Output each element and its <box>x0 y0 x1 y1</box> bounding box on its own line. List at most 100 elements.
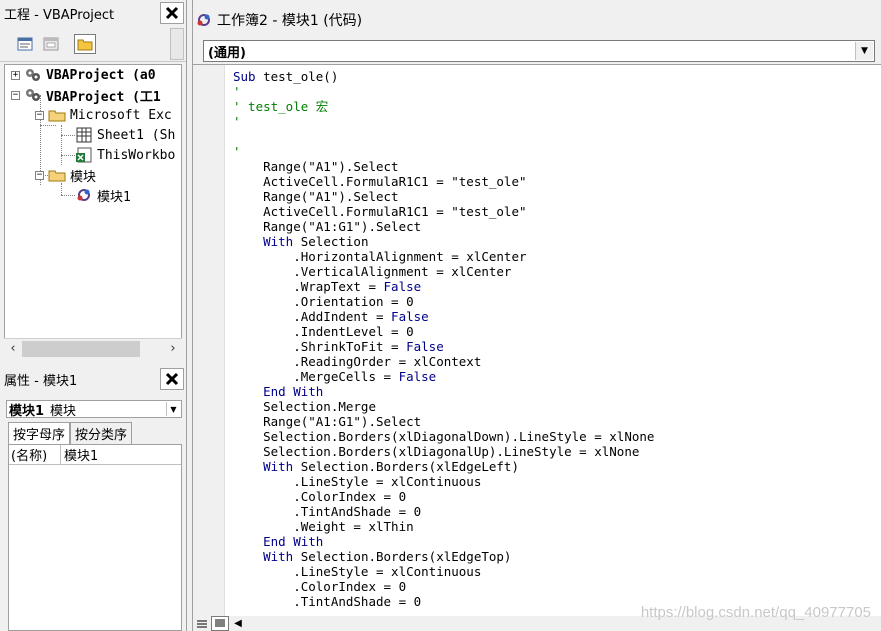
expand-icon[interactable]: + <box>11 70 20 80</box>
project-horizontal-scrollbar[interactable]: ‹ › <box>4 338 182 358</box>
code-keyword: With <box>263 459 294 474</box>
tree-item-modules-folder[interactable]: − 模块 <box>35 165 96 185</box>
property-row[interactable]: (名称) 模块1 <box>9 445 181 465</box>
code-line[interactable]: .MergeCells = False <box>233 369 654 384</box>
code-line[interactable]: End With <box>233 534 654 549</box>
code-line[interactable]: Range("A1:G1").Select <box>233 219 654 234</box>
properties-panel-close-button[interactable] <box>160 368 184 390</box>
code-module-icon <box>195 12 213 28</box>
code-comment: ' <box>233 144 241 159</box>
tree-item-label: Microsoft Exc <box>70 107 172 123</box>
collapse-icon[interactable]: − <box>35 170 44 180</box>
tree-item-thisworkbook[interactable]: ThisWorkbo <box>75 145 175 165</box>
tree-item-module1[interactable]: 模块1 <box>75 185 131 205</box>
code-keyword: Sub <box>233 69 256 84</box>
view-object-button[interactable] <box>40 34 62 54</box>
project-panel-close-button[interactable] <box>160 2 184 24</box>
tree-item-project-2[interactable]: − VBAProject (工1 <box>11 85 161 105</box>
code-line[interactable]: .TintAndShade = 0 <box>233 594 654 609</box>
object-selector-combo[interactable]: 模块1 模块 ▼ <box>6 400 182 419</box>
code-line[interactable]: .ShrinkToFit = False <box>233 339 654 354</box>
code-window-title: 工作簿2 - 模块1 (代码) <box>217 13 363 29</box>
collapse-icon[interactable]: − <box>11 90 20 100</box>
code-line[interactable]: End With <box>233 384 654 399</box>
code-line[interactable]: .IndentLevel = 0 <box>233 324 654 339</box>
code-line[interactable]: Sub test_ole() <box>233 69 654 84</box>
code-line[interactable]: .TintAndShade = 0 <box>233 504 654 519</box>
code-token: .ColorIndex = 0 <box>233 579 407 594</box>
tab-categorized[interactable]: 按分类序 <box>70 422 133 444</box>
scroll-left-icon[interactable]: ‹ <box>4 341 22 356</box>
code-line[interactable]: .AddIndent = False <box>233 309 654 324</box>
tree-item-label: VBAProject (a0 <box>46 67 156 83</box>
code-line[interactable]: .WrapText = False <box>233 279 654 294</box>
collapse-icon[interactable]: − <box>35 110 44 120</box>
vba-project-icon <box>24 87 42 103</box>
code-line[interactable]: Selection.Merge <box>233 399 654 414</box>
code-line[interactable]: .ReadingOrder = xlContext <box>233 354 654 369</box>
code-keyword: End With <box>263 534 324 549</box>
code-line[interactable]: .LineStyle = xlContinuous <box>233 564 654 579</box>
code-line[interactable]: ' <box>233 114 654 129</box>
project-panel-title: 工程 - VBAProject <box>4 7 115 23</box>
toolbar-scrollbar[interactable] <box>170 28 184 60</box>
view-code-button[interactable] <box>14 34 36 54</box>
code-line[interactable]: With Selection.Borders(xlEdgeTop) <box>233 549 654 564</box>
scrollbar-thumb[interactable] <box>22 340 140 357</box>
tab-alphabetic[interactable]: 按字母序 <box>8 422 71 444</box>
code-keyword: False <box>383 279 422 294</box>
code-token: .VerticalAlignment = xlCenter <box>233 264 512 279</box>
properties-tabs: 按字母序 按分类序 <box>8 422 133 444</box>
properties-panel-title: 属性 - 模块1 <box>4 373 78 389</box>
code-window: 工作簿2 - 模块1 (代码) (通用) ▼ Sub test_ole() ' ' … <box>192 0 881 631</box>
code-comment: ' <box>233 114 241 129</box>
code-line[interactable]: .ColorIndex = 0 <box>233 489 654 504</box>
code-line[interactable]: Selection.Borders(xlDiagonalDown).LineSt… <box>233 429 654 444</box>
full-module-view-button[interactable] <box>211 616 229 631</box>
object-name: 模块1 <box>9 403 45 419</box>
tree-item-label: ThisWorkbo <box>97 147 176 163</box>
tree-item-sheet1[interactable]: Sheet1 (Sh <box>75 125 175 145</box>
code-token: Range("A1:G1").Select <box>233 219 422 234</box>
code-comment: ' test_ole 宏 <box>233 99 329 114</box>
code-line[interactable]: .LineStyle = xlContinuous <box>233 474 654 489</box>
code-line[interactable]: ActiveCell.FormulaR1C1 = "test_ole" <box>233 204 654 219</box>
code-line[interactable]: .ColorIndex = 0 <box>233 579 654 594</box>
code-line[interactable]: .HorizontalAlignment = xlCenter <box>233 249 654 264</box>
tree-item-label: Sheet1 (Sh <box>97 127 176 143</box>
tree-item-project-1[interactable]: + VBAProject (a0 <box>11 65 156 85</box>
object-combo[interactable]: (通用) ▼ <box>203 40 875 62</box>
procedure-view-button[interactable] <box>193 616 211 631</box>
properties-panel-titlebar: 属性 - 模块1 <box>0 366 186 392</box>
code-line[interactable]: .Orientation = 0 <box>233 294 654 309</box>
vba-project-icon <box>24 67 42 83</box>
scroll-left-icon[interactable]: ◀ <box>229 616 247 631</box>
code-line[interactable]: Range("A1").Select <box>233 159 654 174</box>
code-line[interactable] <box>233 129 654 144</box>
code-line[interactable]: Range("A1:G1").Select <box>233 414 654 429</box>
code-line[interactable]: With Selection <box>233 234 654 249</box>
tree-item-label: 模块 <box>70 169 97 185</box>
code-line[interactable]: .Weight = xlThin <box>233 519 654 534</box>
code-editor[interactable]: Sub test_ole() ' ' test_ole 宏 ' ' Range("A1"… <box>193 64 881 616</box>
code-line[interactable]: .VerticalAlignment = xlCenter <box>233 264 654 279</box>
toggle-folders-button[interactable] <box>74 34 96 54</box>
code-line[interactable]: ' <box>233 84 654 99</box>
code-line[interactable]: Selection.Borders(xlDiagonalUp).LineStyl… <box>233 444 654 459</box>
chevron-down-icon[interactable]: ▼ <box>166 402 180 416</box>
scroll-right-icon[interactable]: › <box>164 341 182 356</box>
code-line[interactable]: ' test_ole 宏 <box>233 99 654 114</box>
module-icon <box>75 187 93 203</box>
code-text[interactable]: Sub test_ole() ' ' test_ole 宏 ' ' Range("A1"… <box>233 69 654 609</box>
property-value[interactable]: 模块1 <box>61 445 98 464</box>
code-line[interactable]: ActiveCell.FormulaR1C1 = "test_ole" <box>233 174 654 189</box>
code-token: .ShrinkToFit = <box>233 339 407 354</box>
code-line[interactable]: Range("A1").Select <box>233 189 654 204</box>
chevron-down-icon[interactable]: ▼ <box>855 42 873 60</box>
code-line[interactable]: With Selection.Borders(xlEdgeLeft) <box>233 459 654 474</box>
view-code-icon <box>17 37 33 51</box>
code-window-titlebar: 工作簿2 - 模块1 (代码) <box>193 0 881 40</box>
tree-item-excel-objects[interactable]: − Microsoft Exc <box>35 105 172 125</box>
code-line[interactable]: ' <box>233 144 654 159</box>
code-margin-indicator-bar[interactable] <box>193 65 225 616</box>
